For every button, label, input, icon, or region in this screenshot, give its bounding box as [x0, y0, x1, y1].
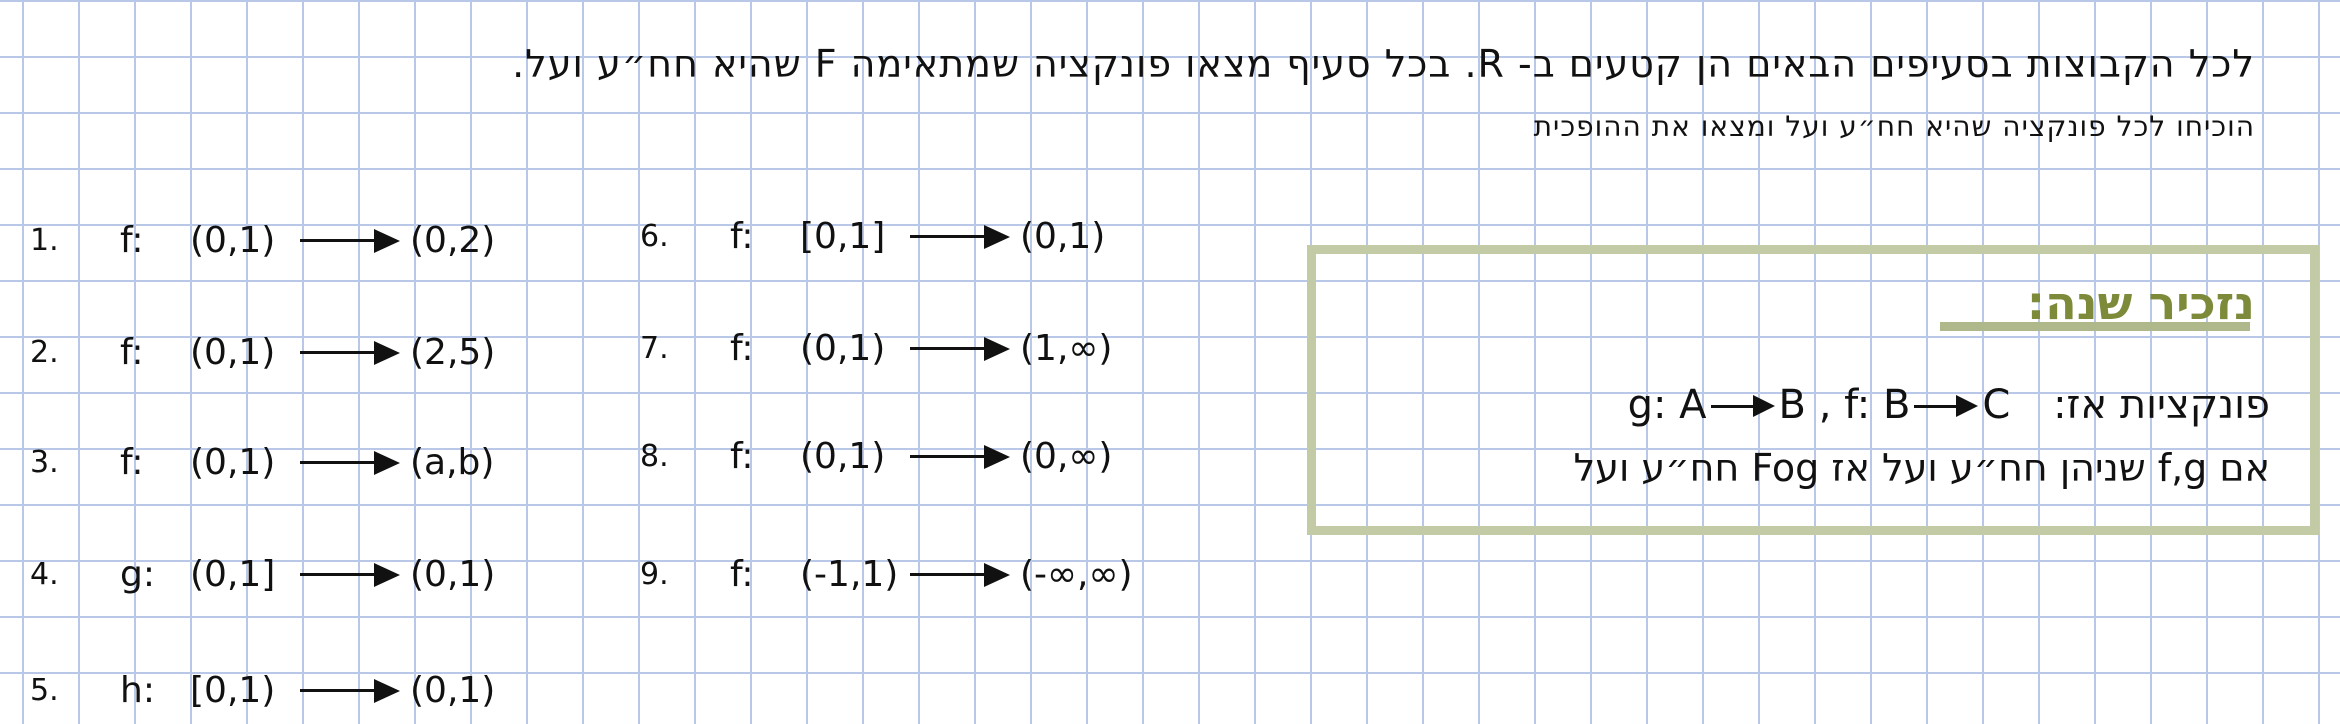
exercise-number: 5. [30, 672, 59, 708]
f-mapping: f: B [1844, 382, 1911, 428]
function-name: f: [730, 327, 754, 369]
codomain: (2,5) [410, 331, 496, 373]
arrow-icon [1914, 395, 1979, 419]
codomain: (1,∞) [1020, 327, 1113, 369]
function-name: f: [120, 219, 144, 261]
domain: (0,1) [190, 219, 276, 261]
domain: (0,1) [800, 435, 886, 477]
reminder-box: נזכיר שנה: פונקציות אז: g: AB , f: BC אם… [1307, 245, 2319, 535]
exercise-number: 7. [640, 330, 669, 366]
domain: [0,1) [190, 669, 276, 711]
domain: (0,1] [190, 553, 276, 595]
arrow-icon [910, 441, 1010, 471]
arrow-icon [1710, 395, 1775, 419]
codomain: (0,1) [410, 553, 496, 595]
arrow-icon [300, 447, 400, 477]
domain: (0,1) [190, 331, 276, 373]
arrow-icon [300, 675, 400, 705]
function-name: g: [120, 553, 155, 595]
arrow-icon [910, 333, 1010, 363]
arrow-icon [300, 337, 400, 367]
arrow-icon [300, 559, 400, 589]
exercise-5: 5. h: [0,1) (0,1) [30, 660, 495, 720]
function-composition: g: A B , f: B C [1628, 382, 2011, 428]
exercise-3: 3. f: (0,1) (a,b) [30, 432, 494, 492]
exercise-number: 6. [640, 218, 669, 254]
arrow-icon [910, 221, 1010, 251]
exercise-number: 8. [640, 438, 669, 474]
instruction-line-2: הוכיחו לכל פונקציה שהיא חח״ע ועל ומצאו א… [1533, 110, 2255, 143]
reminder-line-1: פונקציות אז: g: A B , f: B C [1628, 382, 2270, 428]
arrow-icon [910, 559, 1010, 589]
exercise-4: 4. g: (0,1] (0,1) [30, 544, 495, 604]
exercise-7: 7. f: (0,1) (1,∞) [640, 318, 1112, 378]
codomain: (0,1) [410, 669, 496, 711]
f-target: C [1982, 382, 2011, 428]
exercise-number: 2. [30, 334, 59, 370]
g-mapping: g: A [1627, 382, 1707, 428]
reminder-prefix: פונקציות אז: [2053, 382, 2270, 428]
instruction-line-1: לכל הקבוצות בסעיפים הבאים הן קטעים ב- R.… [512, 42, 2255, 86]
reminder-line-2: אם f,g שניהן חח״ע ועל אז Fog חח״ע ועל [1573, 446, 2270, 490]
title-underline [1940, 322, 2250, 331]
codomain: (0,2) [410, 219, 496, 261]
codomain: (a,b) [410, 441, 495, 483]
function-name: h: [120, 669, 155, 711]
domain: [0,1] [800, 215, 886, 257]
domain: (0,1) [800, 327, 886, 369]
exercise-2: 2. f: (0,1) (2,5) [30, 322, 495, 382]
domain: (-1,1) [800, 553, 899, 595]
exercise-1: 1. f: (0,1) (0,2) [30, 210, 495, 270]
codomain: (0,∞) [1020, 435, 1113, 477]
exercise-number: 1. [30, 222, 59, 258]
function-name: f: [120, 331, 144, 373]
domain: (0,1) [190, 441, 276, 483]
function-name: f: [120, 441, 144, 483]
exercise-8: 8. f: (0,1) (0,∞) [640, 426, 1112, 486]
codomain: (0,1) [1020, 215, 1106, 257]
codomain: (-∞,∞) [1020, 553, 1133, 595]
function-name: f: [730, 435, 754, 477]
exercise-9: 9. f: (-1,1) (-∞,∞) [640, 544, 1133, 604]
exercise-6: 6. f: [0,1] (0,1) [640, 206, 1105, 266]
separator: , [1818, 382, 1832, 428]
g-target: B [1778, 382, 1806, 428]
function-name: f: [730, 553, 754, 595]
exercise-number: 9. [640, 556, 669, 592]
exercise-number: 3. [30, 444, 59, 480]
arrow-icon [300, 225, 400, 255]
function-name: f: [730, 215, 754, 257]
exercise-number: 4. [30, 556, 59, 592]
